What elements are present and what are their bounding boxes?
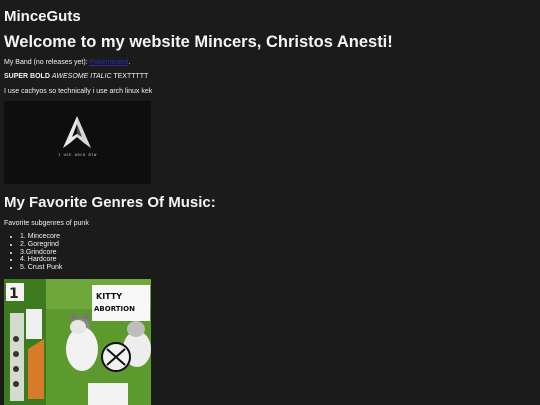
genre-item: 4. Hardcore <box>20 256 62 264</box>
album-cover-image: 1 KITTY ABORTION <box>4 279 151 405</box>
italic-text: AWESOME ITALIC <box>51 73 112 80</box>
svg-text:KITTY: KITTY <box>96 292 122 301</box>
plain-text: TEXTTTTT <box>113 73 149 80</box>
genre-item: 3.Grindcore <box>20 249 62 257</box>
page: MinceGuts Welcome to my website Mincers,… <box>0 0 540 405</box>
genre-list: 1. Mincecore 2. Goregrind 3.Grindcore 4.… <box>4 233 62 272</box>
arch-linux-logo-icon <box>63 116 91 148</box>
svg-text:ABORTION: ABORTION <box>94 305 135 313</box>
band-line: My Band (no releases yet): Pokeminded. <box>4 58 130 67</box>
style-demo-line: SUPER BOLD AWESOME ITALIC TEXTTTTT <box>4 72 148 81</box>
band-prefix: My Band (no releases yet): <box>4 59 90 66</box>
band-suffix: . <box>128 59 131 66</box>
svg-text:1: 1 <box>9 286 19 302</box>
band-link[interactable]: Pokeminded <box>90 59 129 66</box>
genre-item: 5. Crust Punk <box>20 264 62 272</box>
welcome-heading: Welcome to my website Mincers, Christos … <box>4 33 393 51</box>
genre-item: 2. Goregrind <box>20 241 62 249</box>
arch-caption: I USE ARCH BTW <box>58 153 97 157</box>
subgenres-label: Favorite subgenres of punk <box>4 220 89 227</box>
distro-text: I use cachyos so technically i use arch … <box>4 88 153 95</box>
bold-text: SUPER BOLD <box>4 73 50 80</box>
genre-item: 1. Mincecore <box>20 233 62 241</box>
arch-image: I USE ARCH BTW <box>4 101 151 184</box>
genres-heading: My Favorite Genres Of Music: <box>4 194 216 211</box>
album-cover-art: 1 KITTY ABORTION <box>4 279 151 405</box>
site-title: MinceGuts <box>4 8 81 25</box>
